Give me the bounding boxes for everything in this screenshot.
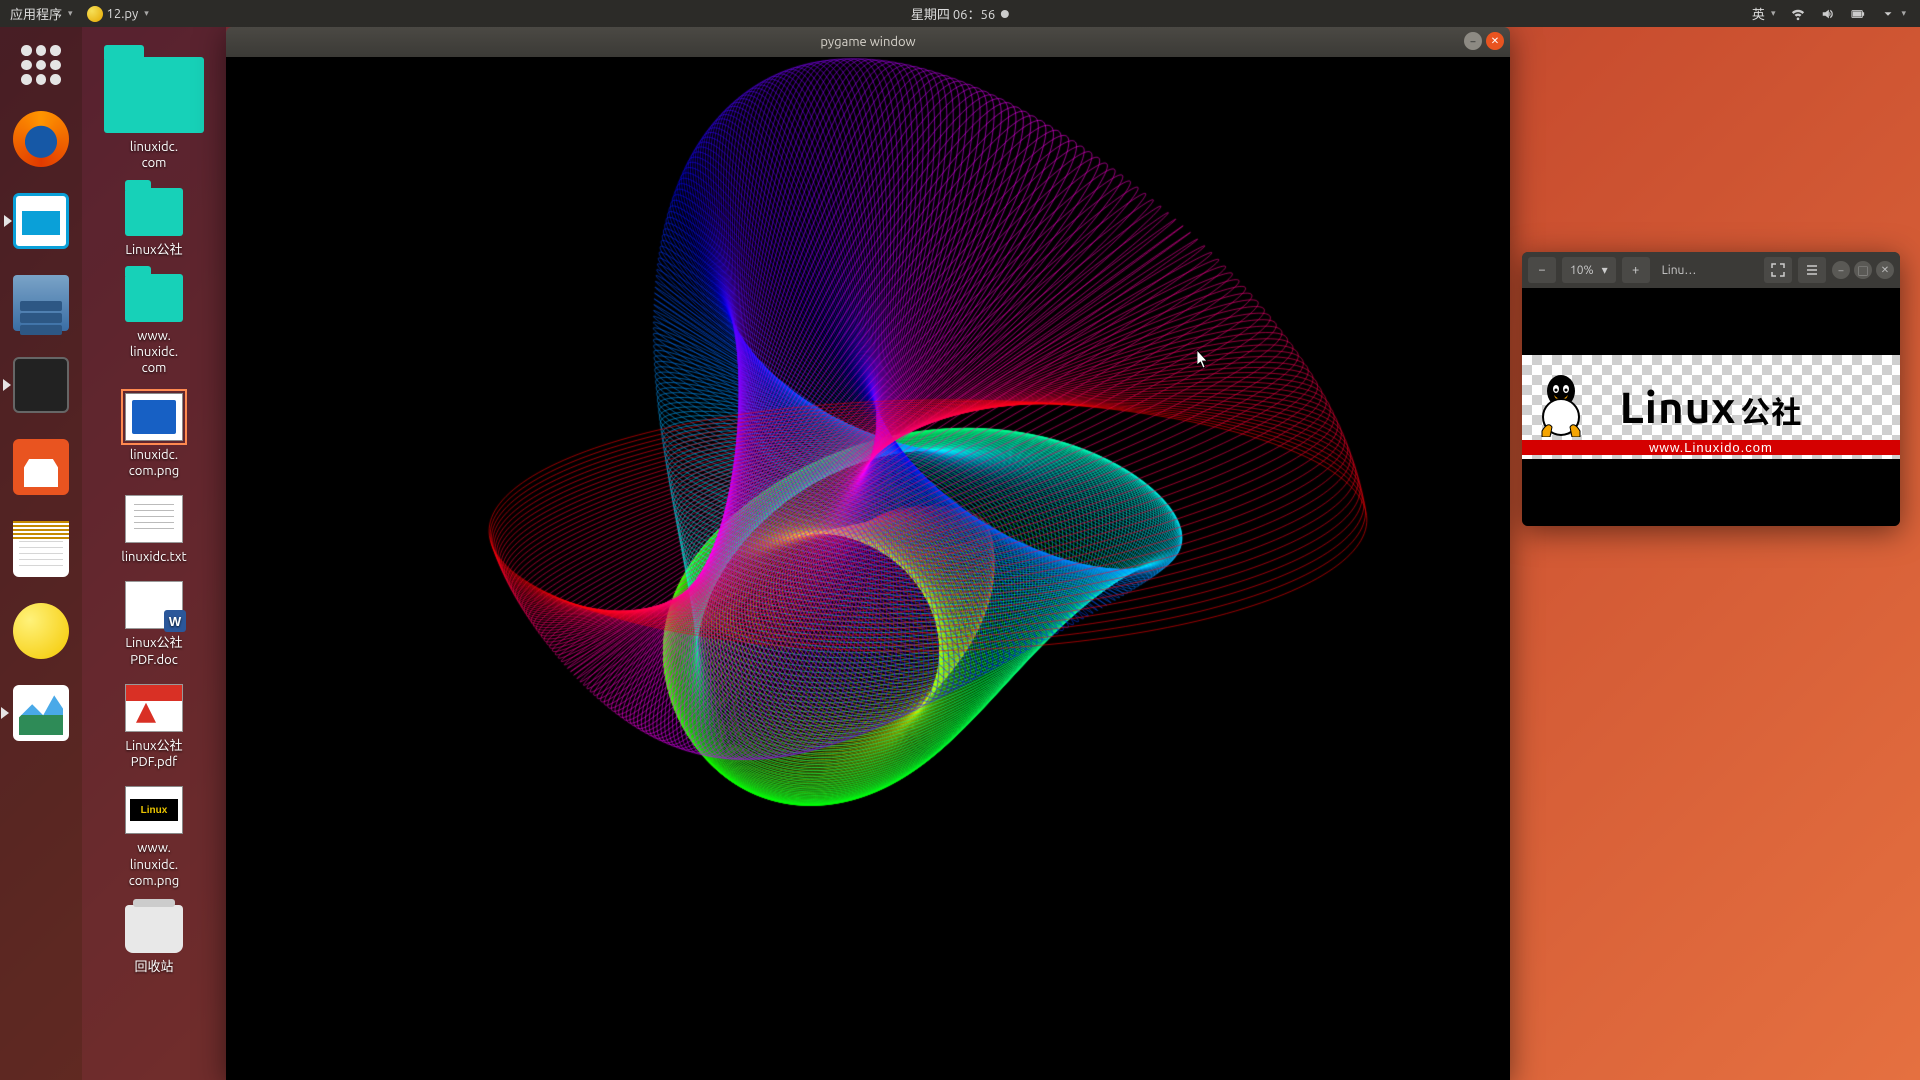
dock-chick-icon[interactable]: [13, 603, 69, 659]
zoom-in-button[interactable]: +: [1622, 257, 1650, 283]
folder-icon: [104, 57, 204, 133]
python-icon: [87, 6, 103, 22]
logo-cn: 公社: [1740, 388, 1802, 432]
pygame-window: pygame window – ✕: [226, 27, 1510, 1080]
dock-terminal-icon[interactable]: [13, 357, 69, 413]
desktop-item-label: Linux公社: [125, 242, 182, 258]
desktop-item-label: linuxidc. com.png: [129, 447, 180, 480]
desktop-item-label: www. linuxidc. com: [130, 328, 178, 377]
zoom-value: 10%: [1570, 264, 1594, 277]
hamburger-menu-button[interactable]: [1798, 257, 1826, 283]
script-menu[interactable]: 12.py: [87, 6, 149, 22]
dock-software-center-icon[interactable]: [13, 439, 69, 495]
txtfile-icon: [125, 495, 183, 543]
pygame-title: pygame window: [820, 35, 915, 49]
image-viewer-toolbar: − 10% ▾ + Linu… – ▢ ✕: [1522, 252, 1900, 288]
folder-icon: [125, 274, 183, 322]
fullscreen-button[interactable]: [1764, 257, 1792, 283]
dock-firefox-icon[interactable]: [13, 111, 69, 167]
tux-icon: [1534, 373, 1588, 437]
desktop-item-folder-linuxidc-com[interactable]: linuxidc. com: [94, 57, 214, 172]
ime-indicator[interactable]: 英: [1752, 4, 1776, 23]
script-name: 12.py: [107, 7, 139, 21]
image-viewer-canvas: Linux 公社 www.Linuxido.com: [1522, 288, 1900, 526]
battery-icon[interactable]: [1851, 7, 1865, 21]
dock: [0, 27, 82, 1080]
apps-menu[interactable]: 应用程序: [10, 4, 73, 23]
desktop-item-png-www-linuxidc[interactable]: www. linuxidc. com.png: [94, 786, 214, 889]
image-viewer-window: − 10% ▾ + Linu… – ▢ ✕ Linux 公社 www.Lin: [1522, 252, 1900, 526]
folder-icon: [125, 188, 183, 236]
dock-image-viewer-icon[interactable]: [13, 685, 69, 741]
linux-logo-image: Linux 公社 www.Linuxido.com: [1522, 355, 1900, 459]
desktop-item-txt-linuxidc[interactable]: linuxidc.txt: [94, 495, 214, 565]
minimize-button[interactable]: –: [1464, 32, 1482, 50]
system-menu[interactable]: [1881, 7, 1906, 21]
pdffile-icon: [125, 684, 183, 732]
pngfile-icon: [125, 393, 183, 441]
trash-icon: [125, 905, 183, 953]
desktop-item-label: linuxidc.txt: [121, 549, 186, 565]
top-panel: 应用程序 12.py 星期四 06：56 英: [0, 0, 1920, 27]
dock-files-icon[interactable]: [13, 275, 69, 331]
zoom-out-button[interactable]: −: [1528, 257, 1556, 283]
pygame-titlebar[interactable]: pygame window – ✕: [226, 27, 1510, 57]
desktop-files-column: linuxidc. com Linux公社 www. linuxidc. com li…: [82, 27, 226, 1080]
viewer-minimize-button[interactable]: –: [1832, 261, 1850, 279]
desktop-item-folder-linuxgs[interactable]: Linux公社: [94, 188, 214, 258]
volume-icon[interactable]: [1821, 7, 1835, 21]
desktop-item-label: Linux公社 PDF.pdf: [125, 738, 182, 771]
pngfile2-icon: [125, 786, 183, 834]
desktop-item-folder-www-linuxidc[interactable]: www. linuxidc. com: [94, 274, 214, 377]
record-indicator-icon: [1001, 10, 1009, 18]
logo-url: www.Linuxido.com: [1522, 440, 1900, 455]
close-button[interactable]: ✕: [1486, 32, 1504, 50]
desktop-item-label: www. linuxidc. com.png: [129, 840, 180, 889]
desktop-item-doc-linuxgs[interactable]: Linux公社 PDF.doc: [94, 581, 214, 668]
pygame-canvas: [226, 57, 1510, 1080]
chevron-down-icon: ▾: [1602, 263, 1608, 277]
wifi-icon[interactable]: [1791, 7, 1805, 21]
image-viewer-title: Linu…: [1656, 264, 1758, 277]
dock-text-editor-icon[interactable]: [13, 521, 69, 577]
viewer-close-button[interactable]: ✕: [1876, 261, 1894, 279]
show-applications-button[interactable]: [21, 45, 61, 85]
desktop-item-trash[interactable]: 回收站: [94, 905, 214, 975]
desktop-item-label: Linux公社 PDF.doc: [125, 635, 182, 668]
desktop-item-pdf-linuxgs[interactable]: Linux公社 PDF.pdf: [94, 684, 214, 771]
desktop-item-label: linuxidc. com: [130, 139, 178, 172]
desktop-item-label: 回收站: [134, 959, 173, 975]
desktop-item-png-linuxidc[interactable]: linuxidc. com.png: [94, 393, 214, 480]
zoom-dropdown[interactable]: 10% ▾: [1562, 257, 1616, 283]
clock[interactable]: 星期四 06：56: [911, 4, 995, 23]
logo-text: Linux: [1620, 383, 1737, 432]
viewer-maximize-button[interactable]: ▢: [1854, 261, 1872, 279]
docfile-icon: [125, 581, 183, 629]
dock-remote-desktop-icon[interactable]: [13, 193, 69, 249]
